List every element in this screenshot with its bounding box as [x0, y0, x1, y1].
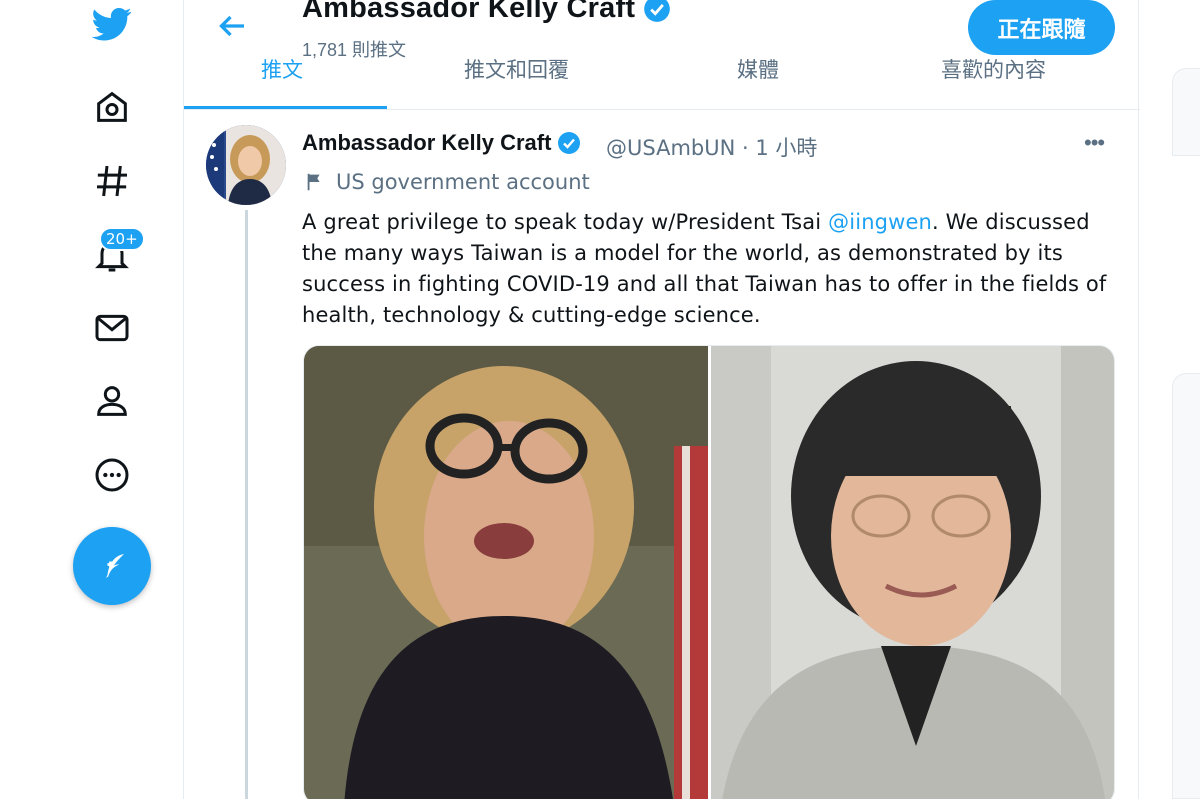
- tab-likes[interactable]: 喜歡的內容: [941, 56, 1046, 84]
- main-column: Ambassador Kelly Craft 1,781 則推文 正在跟隨 推文…: [183, 0, 1140, 799]
- tweet-author-name[interactable]: Ambassador Kelly Craft: [302, 130, 551, 156]
- compose-tweet-button[interactable]: [73, 527, 151, 605]
- government-account-text: US government account: [336, 170, 590, 194]
- back-arrow-icon[interactable]: [214, 8, 250, 44]
- media-image-left[interactable]: [304, 346, 708, 799]
- thread-line: [245, 210, 248, 799]
- twitter-logo-icon[interactable]: [82, 0, 142, 54]
- tweet-text-part1: A great privilege to speak today w/Presi…: [302, 210, 829, 234]
- profile-name: Ambassador Kelly Craft: [302, 0, 636, 24]
- left-navigation: 20+: [0, 0, 183, 799]
- tab-media[interactable]: 媒體: [737, 56, 779, 84]
- sidebar-card: [1172, 68, 1200, 156]
- messages-envelope-icon[interactable]: [82, 298, 142, 358]
- verified-badge-icon: [558, 132, 581, 154]
- compose-feather-icon: [106, 554, 124, 578]
- active-tab-indicator: [184, 106, 387, 109]
- following-button[interactable]: 正在跟隨: [968, 0, 1115, 55]
- trends-card: [1172, 373, 1200, 799]
- home-icon[interactable]: [82, 77, 142, 137]
- avatar[interactable]: [206, 125, 286, 205]
- tab-tweets-and-replies[interactable]: 推文和回覆: [464, 56, 569, 84]
- mention-link[interactable]: @iingwen: [828, 210, 932, 234]
- tab-tweets[interactable]: 推文: [261, 56, 303, 84]
- page-title: Ambassador Kelly Craft: [302, 0, 671, 25]
- tweet-media[interactable]: [303, 345, 1115, 799]
- media-image-right[interactable]: [710, 346, 1114, 799]
- government-account-label: US government account: [304, 170, 590, 194]
- verified-badge-icon: [644, 0, 671, 22]
- more-options-icon[interactable]: [82, 445, 142, 505]
- notifications-badge: 20+: [99, 227, 145, 251]
- explore-hashtag-icon[interactable]: [82, 151, 142, 211]
- tweet-more-icon[interactable]: •••: [1084, 130, 1105, 156]
- right-sidebar-edge: [1172, 68, 1200, 799]
- tweet-text: A great privilege to speak today w/Presi…: [302, 207, 1122, 331]
- flag-icon: [307, 173, 320, 191]
- tweet-handle-time[interactable]: @USAmbUN · 1 小時: [606, 132, 817, 162]
- profile-person-icon[interactable]: [82, 371, 142, 431]
- tweet-author[interactable]: Ambassador Kelly Craft: [302, 130, 581, 156]
- profile-tabs: 推文 推文和回覆 媒體 喜歡的內容: [184, 56, 1140, 110]
